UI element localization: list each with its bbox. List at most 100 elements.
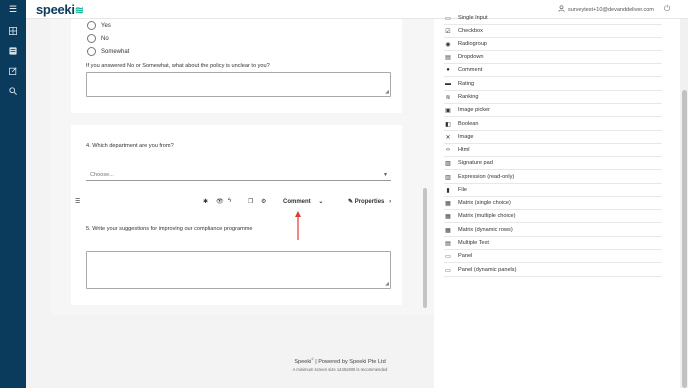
question-4-title: 4. Which department are you from? [86, 143, 174, 149]
designer-scrollbar[interactable] [423, 188, 427, 308]
radio-option-somewhat[interactable]: Somewhat [87, 47, 129, 56]
toolbox-item-ranking[interactable]: ≋ Ranking [444, 91, 662, 104]
toolbox-item-panel[interactable]: ▭ Panel [444, 250, 662, 263]
question-type-label: Comment [283, 199, 311, 205]
toolbox-item-label: Rating [458, 81, 475, 87]
image-icon: ✕ [445, 134, 451, 141]
chevron-right-icon: › [389, 199, 392, 205]
radio-circle[interactable] [87, 47, 96, 56]
html-icon: ‹› [446, 147, 450, 153]
radio-option-no[interactable]: No [87, 34, 109, 43]
toolbox-item-checkbox[interactable]: ☑ Checkbox [444, 25, 662, 38]
file-icon: ▮ [446, 187, 450, 194]
toolbox-item-dropdown[interactable]: ▤ Dropdown [444, 51, 662, 64]
speeki-logo[interactable]: speeki≋ [36, 2, 84, 17]
chevron-down-icon: ▼ [383, 172, 388, 178]
toolbox-item-multiple-text[interactable]: ▤ Multiple Text [444, 237, 662, 250]
radio-option-yes[interactable]: Yes [87, 21, 111, 30]
toolbox-item-html[interactable]: ‹› Html [444, 144, 662, 157]
toolbox-item-label: Signature pad [458, 160, 493, 166]
annotation-arrow-icon [295, 211, 301, 245]
logo-text: speeki [36, 2, 75, 17]
followup-comment-textarea[interactable]: ◢ [86, 72, 391, 97]
footer-powered-text: | Powered by Speeki Pte Ltd [313, 358, 386, 365]
toolbox-item-file[interactable]: ▮ File [444, 184, 662, 197]
duplicate-icon[interactable]: ❐ [248, 198, 253, 205]
resize-handle-icon[interactable]: ◢ [385, 281, 389, 287]
footer-powered-by: Speeki© | Powered by Speeki Pte Ltd [250, 357, 430, 365]
radiogroup-icon: ◉ [445, 41, 451, 48]
input-icon: ▭ [445, 15, 451, 22]
toolbox-item-signature-pad[interactable]: ▨ Signature pad [444, 157, 662, 170]
toolbox-item-label: Expression (read-only) [458, 174, 515, 180]
question-toolbar: ☰ ✱ 👁 ϟ ❐ ⚙ Comment ⌄ ✎ Properties › [71, 197, 403, 208]
matrix-icon: ▦ [445, 227, 451, 234]
toolbox-item-label: File [458, 187, 468, 193]
image-picker-icon: ▣ [445, 107, 451, 114]
dropdown-icon: ▤ [445, 54, 451, 61]
comment-icon: ● [446, 67, 450, 73]
toolbox-item-label: Html [458, 147, 470, 153]
matrix-icon: ▦ [445, 200, 451, 207]
toolbox-item-boolean[interactable]: ◧ Boolean [444, 118, 662, 131]
dashboard-icon[interactable] [7, 25, 19, 37]
page-scrollbar-thumb[interactable] [682, 90, 687, 388]
resize-handle-icon[interactable]: ◢ [385, 89, 389, 95]
radio-label: Yes [101, 22, 111, 29]
radio-circle[interactable] [87, 21, 96, 30]
survey-designer-canvas: Yes No Somewhat If you answered No or So… [50, 19, 456, 315]
toolbox-item-rating[interactable]: ▬ Rating [444, 78, 662, 91]
properties-button[interactable]: ✎ Properties › [348, 198, 391, 205]
toolbox-item-expression[interactable]: ▥ Expression (read-only) [444, 171, 662, 184]
toolbox-item-label: Image [458, 134, 474, 140]
toolbox-item-label: Radiogroup [458, 41, 487, 47]
matrix-icon: ▦ [445, 213, 451, 220]
ranking-icon: ≋ [445, 94, 451, 101]
drag-handle-icon[interactable]: ☰ [75, 198, 80, 205]
toolbox-item-image[interactable]: ✕ Image [444, 131, 662, 144]
left-sidebar [0, 19, 26, 388]
toolbox-item-single-input[interactable]: ▭ Single Input [444, 12, 662, 25]
question-type-selector[interactable]: Comment ⌄ [283, 198, 323, 205]
panel-icon: ▭ [445, 253, 451, 260]
required-icon[interactable]: ✱ [203, 198, 208, 205]
toolbox-item-image-picker[interactable]: ▣ Image picker [444, 104, 662, 117]
toolbox-item-label: Matrix (single choice) [458, 200, 511, 206]
search-icon[interactable] [7, 85, 19, 97]
toolbox-item-radiogroup[interactable]: ◉ Radiogroup [444, 38, 662, 51]
toolbox-item-comment[interactable]: ● Comment [444, 64, 662, 77]
toolbox-item-matrix-multiple[interactable]: ▦ Matrix (multiple choice) [444, 210, 662, 223]
dropdown-placeholder: Choose... [90, 172, 114, 178]
toolbox-item-label: Checkbox [458, 28, 483, 34]
toolbox-item-label: Single Input [458, 15, 488, 21]
toolbox-item-matrix-dynamic[interactable]: ▦ Matrix (dynamic rows) [444, 224, 662, 237]
toolbox-item-label: Panel [458, 253, 473, 259]
toolbox-item-panel-dynamic[interactable]: ▭ Panel (dynamic panels) [444, 264, 662, 277]
logic-icon[interactable]: ϟ [228, 198, 231, 204]
question-card-3[interactable]: Yes No Somewhat If you answered No or So… [71, 19, 402, 113]
radio-label: No [101, 35, 109, 42]
department-dropdown[interactable]: Choose... ▼ [86, 170, 391, 181]
toolbox-item-label: Boolean [458, 121, 479, 127]
logout-icon[interactable]: ⏻ [664, 4, 670, 14]
properties-label: Properties [354, 199, 385, 205]
radio-circle[interactable] [87, 34, 96, 43]
delete-icon[interactable]: ⚙ [261, 198, 266, 205]
logo-mark-icon: ≋ [74, 5, 84, 17]
toolbox-item-matrix-single[interactable]: ▦ Matrix (single choice) [444, 197, 662, 210]
toolbox-item-label: Comment [458, 67, 483, 73]
multiple-text-icon: ▤ [445, 240, 451, 247]
footer-brand: Speeki [294, 358, 312, 365]
suggestions-comment-textarea[interactable]: ◢ [86, 251, 391, 289]
visibility-icon[interactable]: 👁 [216, 198, 224, 205]
edit-icon[interactable] [7, 65, 19, 77]
question-5-title: 5. Write your suggestions for improving … [86, 226, 253, 232]
surveys-icon[interactable] [7, 45, 19, 57]
question-toolbox: ▭ Single Input ☑ Checkbox ◉ Radiogroup ▤ Dro… [434, 15, 680, 388]
checkbox-icon: ☑ [445, 28, 451, 35]
panel-icon: ▭ [445, 267, 451, 274]
question-card-5[interactable]: 5. Write your suggestions for improving … [71, 215, 402, 305]
rating-icon: ▬ [445, 81, 451, 87]
toolbox-item-label: Image picker [458, 107, 491, 113]
hamburger-icon[interactable]: ☰ [0, 0, 26, 19]
